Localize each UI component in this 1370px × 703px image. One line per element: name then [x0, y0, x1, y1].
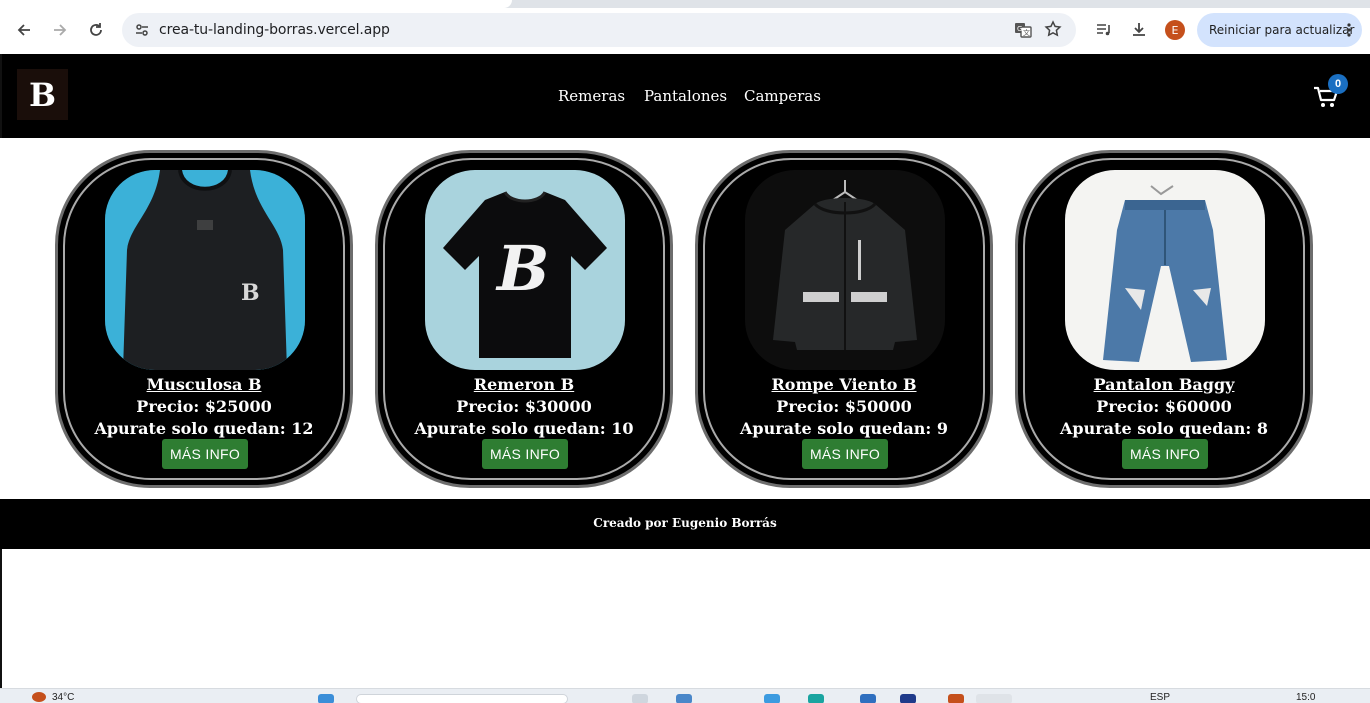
- product-name[interactable]: Pantalon Baggy: [1018, 375, 1310, 394]
- product-stock: Apurate solo quedan: 10: [414, 419, 634, 438]
- product-price: Precio: $25000: [136, 397, 272, 416]
- nav-link-camperas[interactable]: Camperas: [744, 87, 821, 105]
- address-bar[interactable]: crea-tu-landing-borras.vercel.app G文: [122, 13, 1076, 47]
- download-icon[interactable]: [1125, 16, 1153, 44]
- menu-dots-icon[interactable]: [1346, 22, 1352, 43]
- more-info-button[interactable]: MÁS INFO: [1122, 439, 1208, 469]
- product-price: Precio: $60000: [1096, 397, 1232, 416]
- main-nav: Remeras Pantalones Camperas: [0, 87, 1370, 107]
- taskbar-search[interactable]: [356, 694, 568, 703]
- product-card: B Remeron B Precio: $30000 Apurate solo …: [375, 150, 673, 488]
- update-button[interactable]: Reiniciar para actualizar: [1197, 13, 1362, 47]
- update-label: Reiniciar para actualizar: [1209, 23, 1355, 37]
- product-name[interactable]: Remeron B: [378, 375, 670, 394]
- product-image-windbreaker[interactable]: [745, 170, 945, 370]
- product-stock: Apurate solo quedan: 9: [740, 419, 948, 438]
- site-info-icon[interactable]: [134, 22, 150, 43]
- product-price: Precio: $50000: [776, 397, 912, 416]
- weather-alert-icon[interactable]: [32, 692, 46, 702]
- product-stock: Apurate solo quedan: 12: [94, 419, 314, 438]
- product-image-jeans[interactable]: [1065, 170, 1265, 370]
- svg-text:文: 文: [1023, 28, 1030, 37]
- tab-strip: [0, 0, 1370, 8]
- back-icon[interactable]: [10, 16, 38, 44]
- taskview-icon[interactable]: [632, 694, 648, 703]
- more-info-button[interactable]: MÁS INFO: [802, 439, 888, 469]
- media-icon[interactable]: [1090, 16, 1118, 44]
- reload-icon[interactable]: [82, 16, 110, 44]
- nav-link-pantalones[interactable]: Pantalones: [644, 87, 727, 105]
- svg-text:B: B: [495, 232, 549, 305]
- active-tab[interactable]: [0, 0, 512, 8]
- edge-icon[interactable]: [676, 694, 692, 703]
- language-indicator[interactable]: ESP: [1150, 692, 1170, 703]
- store-icon[interactable]: [764, 694, 780, 703]
- app-icon[interactable]: [900, 694, 916, 703]
- app-icon[interactable]: [860, 694, 876, 703]
- product-price: Precio: $30000: [456, 397, 592, 416]
- product-card: Rompe Viento B Precio: $50000 Apurate so…: [695, 150, 993, 488]
- start-icon[interactable]: [318, 694, 334, 703]
- product-image-t-shirt[interactable]: B: [425, 170, 625, 370]
- product-grid: B Musculosa B Precio: $25000 Apurate sol…: [0, 138, 1370, 499]
- url-text[interactable]: crea-tu-landing-borras.vercel.app: [159, 22, 390, 38]
- site-header: B Remeras Pantalones Camperas: [0, 54, 1370, 138]
- forward-icon[interactable]: [46, 16, 74, 44]
- site-footer: Creado por Eugenio Borrás: [0, 499, 1370, 549]
- svg-text:B: B: [241, 280, 260, 306]
- product-name[interactable]: Musculosa B: [58, 375, 350, 394]
- product-name[interactable]: Rompe Viento B: [698, 375, 990, 394]
- weather-temp[interactable]: 34°C: [52, 692, 74, 703]
- product-stock: Apurate solo quedan: 8: [1060, 419, 1268, 438]
- product-image-tank-top[interactable]: B: [105, 170, 305, 370]
- product-card: B Musculosa B Precio: $25000 Apurate sol…: [55, 150, 353, 488]
- more-info-button[interactable]: MÁS INFO: [482, 439, 568, 469]
- active-app-icon[interactable]: [976, 694, 1012, 703]
- product-card: Pantalon Baggy Precio: $60000 Apurate so…: [1015, 150, 1313, 488]
- bookmark-star-icon[interactable]: [1044, 20, 1062, 43]
- profile-avatar[interactable]: E: [1165, 20, 1185, 40]
- more-info-button[interactable]: MÁS INFO: [162, 439, 248, 469]
- os-taskbar: 34°C ESP 15:0: [0, 688, 1370, 703]
- chrome-icon[interactable]: [948, 694, 964, 703]
- svg-text:G: G: [1017, 25, 1022, 33]
- translate-icon[interactable]: G文: [1014, 21, 1032, 44]
- browser-toolbar: crea-tu-landing-borras.vercel.app G文 E R…: [0, 8, 1370, 54]
- cart-count-badge: 0: [1328, 74, 1348, 94]
- clock[interactable]: 15:0: [1296, 692, 1315, 703]
- footer-credit: Creado por Eugenio Borrás: [593, 516, 777, 530]
- app-icon[interactable]: [808, 694, 824, 703]
- nav-link-remeras[interactable]: Remeras: [558, 87, 625, 105]
